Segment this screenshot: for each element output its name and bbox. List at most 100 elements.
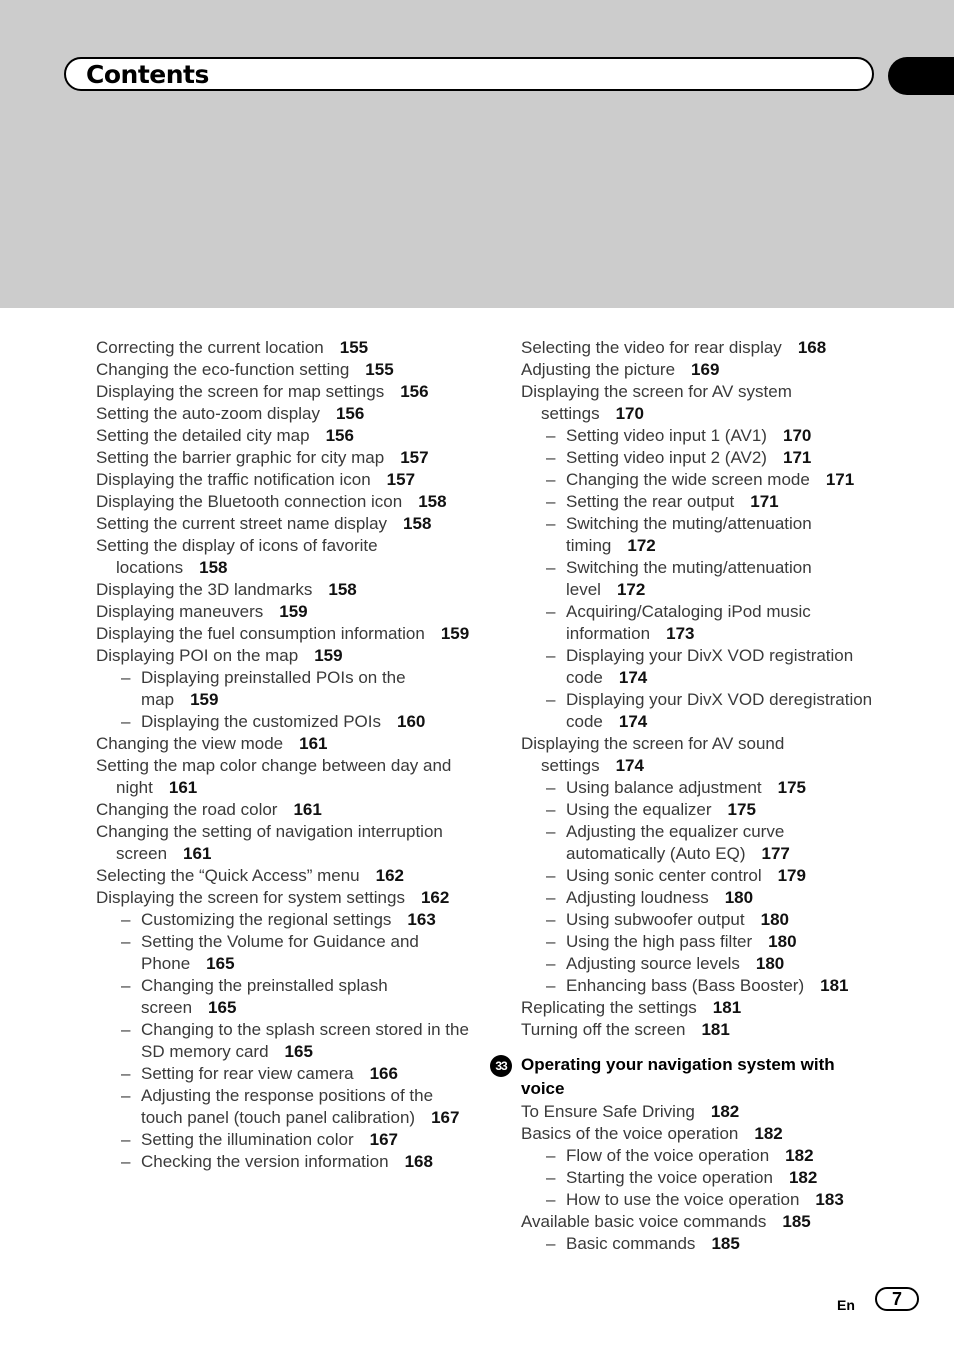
toc-entry[interactable]: – Using the equalizer 175 — [521, 799, 881, 821]
toc-entry-page: 174 — [618, 668, 648, 687]
title-box: Contents — [64, 57, 874, 91]
toc-entry[interactable]: Adjusting the picture 169 — [521, 359, 881, 381]
toc-entry[interactable]: – Checking the version information 168 — [96, 1151, 476, 1173]
toc-entry-title: Setting the Volume for Guidance and Phon… — [141, 932, 419, 973]
toc-entry[interactable]: Displaying maneuvers 159 — [96, 601, 476, 623]
toc-entry[interactable]: – Displaying preinstalled POIs on the map… — [96, 667, 476, 711]
toc-entry[interactable]: – Setting the rear output 171 — [521, 491, 881, 513]
toc-entry[interactable]: – How to use the voice operation 183 — [521, 1189, 881, 1211]
dash-bullet: – — [546, 646, 556, 665]
toc-entry-title: Using subwoofer output — [566, 910, 745, 929]
toc-entry-page: 175 — [777, 778, 806, 797]
dash-bullet: – — [546, 778, 556, 797]
toc-entry[interactable]: – Setting the illumination color 167 — [96, 1129, 476, 1151]
toc-entry[interactable]: Basics of the voice operation 182 — [521, 1123, 881, 1145]
dash-bullet: – — [546, 1234, 556, 1253]
toc-entry[interactable]: – Displaying your DivX VOD deregistration… — [521, 689, 881, 733]
toc-entry-page: 182 — [785, 1146, 814, 1165]
toc-entry[interactable]: – Switching the muting/attenuation timing… — [521, 513, 881, 557]
toc-entry[interactable]: Displaying the screen for system setting… — [96, 887, 476, 909]
toc-entry[interactable]: Setting the display of icons of favorite… — [96, 535, 476, 579]
toc-entry[interactable]: – Using sonic center control 179 — [521, 865, 881, 887]
toc-entry-page: 170 — [782, 426, 812, 445]
toc-entry[interactable]: – Changing the preinstalled splash screen… — [96, 975, 476, 1019]
toc-entry[interactable]: Displaying the fuel consumption informat… — [96, 623, 476, 645]
toc-entry[interactable]: – Switching the muting/attenuation level 1… — [521, 557, 881, 601]
toc-entry[interactable]: – Starting the voice operation 182 — [521, 1167, 881, 1189]
toc-entry[interactable]: – Acquiring/Cataloging iPod music informa… — [521, 601, 881, 645]
toc-entry[interactable]: – Setting video input 1 (AV1) 170 — [521, 425, 881, 447]
toc-entry[interactable]: Displaying POI on the map 159 — [96, 645, 476, 667]
toc-entry-page: 165 — [284, 1042, 313, 1061]
toc-entry[interactable]: – Changing the wide screen mode 171 — [521, 469, 881, 491]
toc-entry[interactable]: – Using subwoofer output 180 — [521, 909, 881, 931]
toc-entry[interactable]: – Adjusting source levels 180 — [521, 953, 881, 975]
dash-bullet: – — [546, 690, 556, 709]
toc-entry-page: 182 — [754, 1124, 783, 1143]
toc-entry-title: Turning off the screen — [521, 1020, 686, 1039]
toc-entry-page: 180 — [755, 954, 785, 973]
toc-entry[interactable]: Setting the map color change between day… — [96, 755, 476, 799]
toc-entry-title: To Ensure Safe Driving — [521, 1102, 695, 1121]
toc-entry-title: Setting the rear output — [566, 492, 735, 511]
toc-entry[interactable]: Replicating the settings 181 — [521, 997, 881, 1019]
toc-entry-page: 158 — [418, 492, 447, 511]
toc-entry-title: Adjusting the equalizer curve automatica… — [566, 822, 785, 863]
toc-entry-title: Changing the preinstalled splash screen — [141, 976, 388, 1017]
toc-entry[interactable]: Setting the barrier graphic for city map… — [96, 447, 476, 469]
toc-entry[interactable]: – Using the high pass filter 180 — [521, 931, 881, 953]
toc-entry-title: Adjusting source levels — [566, 954, 740, 973]
toc-entry[interactable]: Displaying the traffic notification icon… — [96, 469, 476, 491]
toc-entry[interactable]: – Flow of the voice operation 182 — [521, 1145, 881, 1167]
toc-entry[interactable]: – Adjusting the equalizer curve automatic… — [521, 821, 881, 865]
toc-entry[interactable]: – Adjusting the response positions of the… — [96, 1085, 476, 1129]
toc-entry[interactable]: Displaying the Bluetooth connection icon… — [96, 491, 476, 513]
toc-entry[interactable]: Available basic voice commands 185 — [521, 1211, 881, 1233]
dash-bullet: – — [546, 448, 556, 467]
toc-entry[interactable]: Displaying the screen for AV system sett… — [521, 381, 881, 425]
toc-entry[interactable]: – Using balance adjustment 175 — [521, 777, 881, 799]
toc-entry-page: 156 — [325, 426, 354, 445]
dash-bullet: – — [546, 1190, 556, 1209]
toc-entry[interactable]: Setting the detailed city map 156 — [96, 425, 476, 447]
toc-entry[interactable]: Changing the road color 161 — [96, 799, 476, 821]
toc-entry[interactable]: Setting the current street name display 1… — [96, 513, 476, 535]
toc-entry[interactable]: – Setting video input 2 (AV2) 171 — [521, 447, 881, 469]
toc-entry[interactable]: Displaying the 3D landmarks 158 — [96, 579, 476, 601]
toc-entry[interactable]: – Basic commands 185 — [521, 1233, 881, 1255]
toc-entry-page: 171 — [750, 492, 779, 511]
dash-bullet: – — [546, 1146, 556, 1165]
chapter-heading[interactable]: 33 Operating your navigation system with… — [490, 1053, 881, 1101]
toc-entry[interactable]: Changing the setting of navigation inter… — [96, 821, 476, 865]
toc-entry-title: Displaying maneuvers — [96, 602, 264, 621]
toc-entry[interactable]: Correcting the current location 155 — [96, 337, 476, 359]
chapter-number-badge: 33 — [490, 1055, 512, 1077]
toc-entry[interactable]: Setting the auto-zoom display 156 — [96, 403, 476, 425]
toc-entry-title: Using balance adjustment — [566, 778, 762, 797]
toc-entry[interactable]: – Displaying the customized POIs 160 — [96, 711, 476, 733]
toc-entry-page: 172 — [616, 580, 646, 599]
toc-entry[interactable]: – Setting for rear view camera 166 — [96, 1063, 476, 1085]
toc-entry[interactable]: Changing the view mode 161 — [96, 733, 476, 755]
toc-entry[interactable]: – Adjusting loudness 180 — [521, 887, 881, 909]
toc-entry[interactable]: Displaying the screen for map settings 15… — [96, 381, 476, 403]
toc-entry-page: 180 — [724, 888, 754, 907]
toc-entry-page: 171 — [782, 448, 812, 467]
toc-entry[interactable]: Selecting the “Quick Access” menu 162 — [96, 865, 476, 887]
toc-entry[interactable]: To Ensure Safe Driving 182 — [521, 1101, 881, 1123]
toc-entry-page: 155 — [365, 360, 394, 379]
dash-bullet: – — [546, 1168, 556, 1187]
toc-entry-title: Selecting the “Quick Access” menu — [96, 866, 360, 885]
toc-entry-title: Setting the map color change between day… — [96, 756, 452, 797]
toc-entry-page: 183 — [815, 1190, 844, 1209]
toc-entry[interactable]: Displaying the screen for AV sound setti… — [521, 733, 881, 777]
toc-entry-title: Changing the setting of navigation inter… — [96, 822, 443, 863]
toc-entry[interactable]: – Enhancing bass (Bass Booster) 181 — [521, 975, 881, 997]
toc-entry[interactable]: – Displaying your DivX VOD registration c… — [521, 645, 881, 689]
toc-entry[interactable]: – Changing to the splash screen stored in… — [96, 1019, 476, 1063]
toc-entry[interactable]: – Setting the Volume for Guidance and Pho… — [96, 931, 476, 975]
toc-entry[interactable]: Turning off the screen 181 — [521, 1019, 881, 1041]
toc-entry[interactable]: – Customizing the regional settings 163 — [96, 909, 476, 931]
toc-entry[interactable]: Selecting the video for rear display 168 — [521, 337, 881, 359]
toc-entry[interactable]: Changing the eco-function setting 155 — [96, 359, 476, 381]
